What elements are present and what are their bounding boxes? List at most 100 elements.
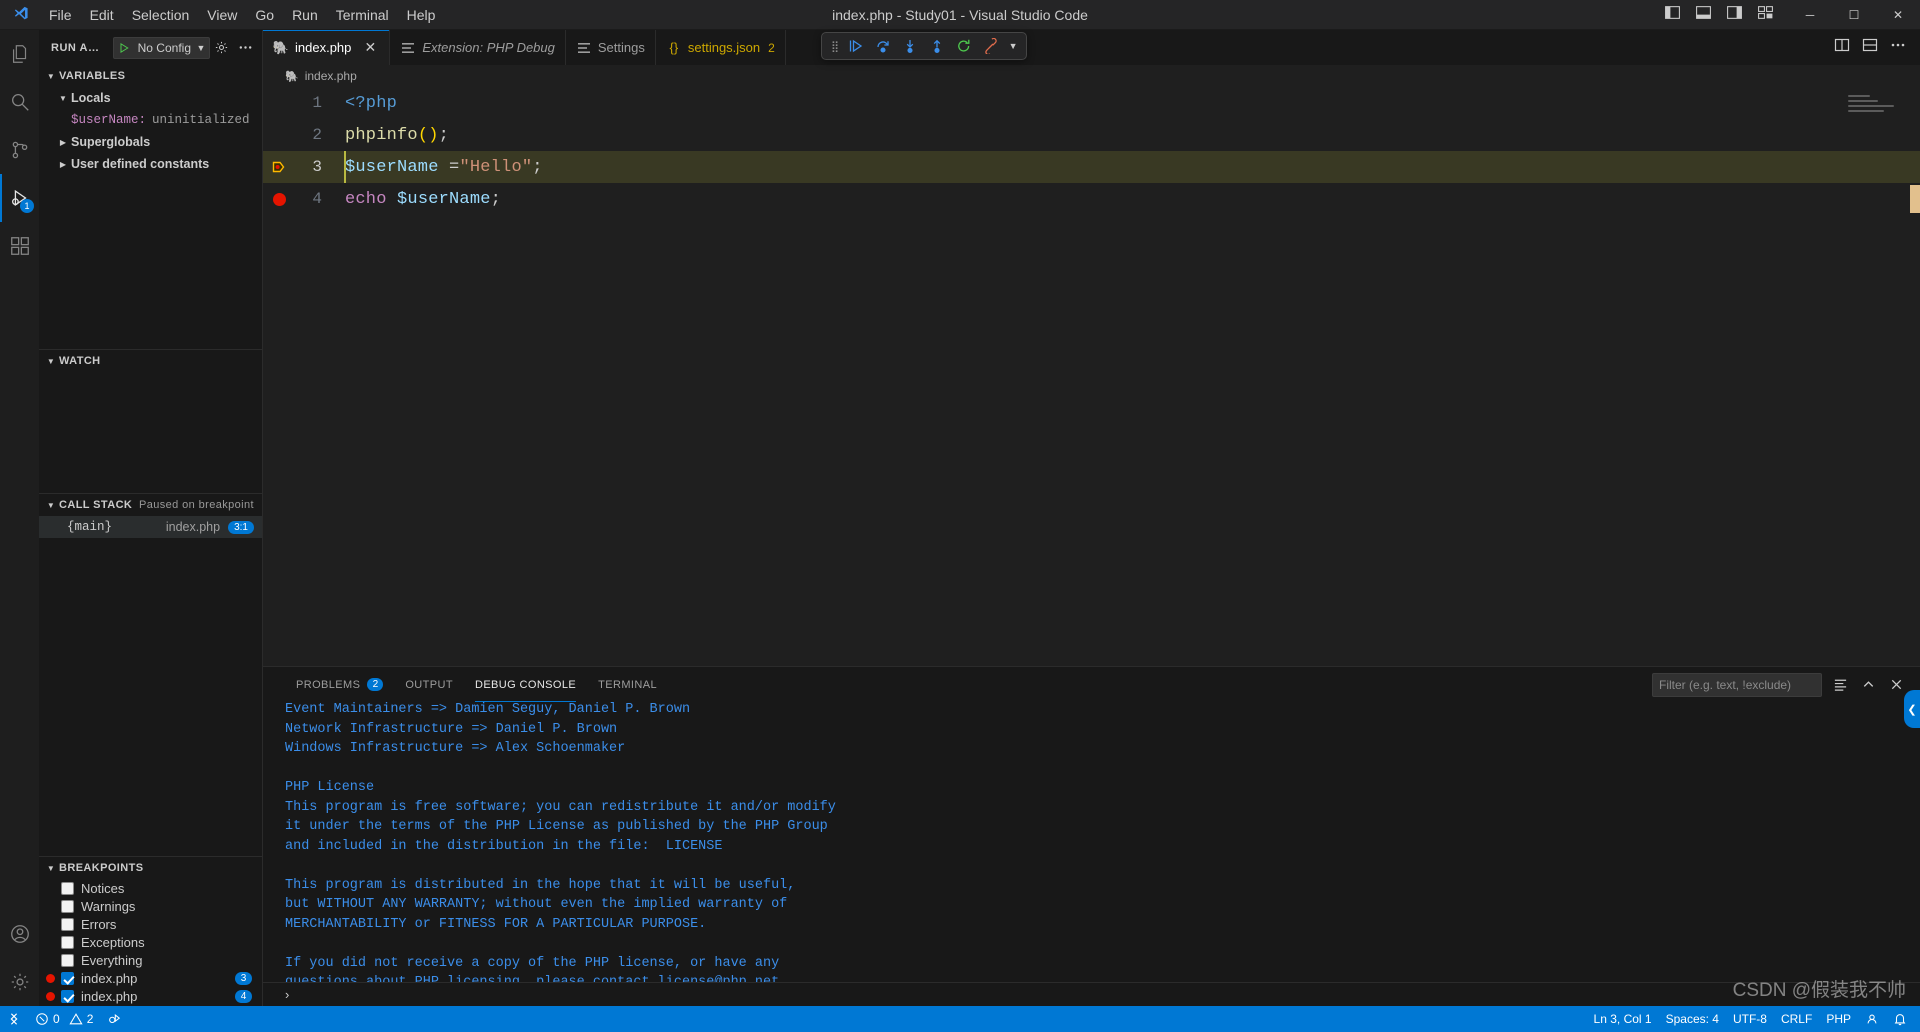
breakpoint-file-row[interactable]: index.php 3: [39, 969, 262, 987]
continue-icon[interactable]: [844, 35, 868, 57]
checkbox[interactable]: [61, 953, 74, 967]
debug-alt-icon[interactable]: [100, 1006, 128, 1032]
variables-header[interactable]: ▼ VARIABLES: [39, 65, 262, 87]
restart-icon[interactable]: [952, 35, 976, 57]
toggle-panel-icon[interactable]: [1695, 4, 1712, 26]
activity-run-and-debug[interactable]: 1: [0, 174, 39, 222]
menu-file[interactable]: File: [40, 4, 81, 26]
checkbox[interactable]: [61, 881, 74, 895]
disconnect-icon[interactable]: [979, 35, 1003, 57]
editor-eol[interactable]: CRLF: [1774, 1006, 1819, 1032]
customize-layout-icon[interactable]: [1757, 4, 1774, 26]
preview-icon: [400, 40, 416, 56]
checkbox[interactable]: [61, 917, 74, 931]
activity-accounts[interactable]: [0, 910, 39, 958]
activity-source-control[interactable]: [0, 126, 39, 174]
code-line-current[interactable]: 3 $userName ="Hello";: [263, 151, 1920, 183]
breakpoint-notices[interactable]: Notices: [39, 879, 262, 897]
editor-language[interactable]: PHP: [1819, 1006, 1858, 1032]
tab-index-php[interactable]: 🐘 index.php ✕: [263, 30, 391, 65]
menu-go[interactable]: Go: [246, 4, 283, 26]
launch-config-dropdown[interactable]: No Config ▼: [112, 36, 210, 59]
play-icon[interactable]: [114, 42, 134, 54]
step-out-icon[interactable]: [925, 35, 949, 57]
gear-icon[interactable]: [210, 37, 232, 59]
toggle-primary-sidebar-icon[interactable]: [1664, 4, 1681, 26]
menu-selection[interactable]: Selection: [123, 4, 199, 26]
activity-search[interactable]: [0, 78, 39, 126]
code-line[interactable]: 1 <?php: [263, 87, 1920, 119]
drag-handle-icon[interactable]: ⣿: [828, 40, 841, 53]
close-panel-icon[interactable]: [1886, 675, 1906, 695]
variables-scope-locals[interactable]: ▼ Locals: [39, 87, 262, 109]
callstack-header[interactable]: ▼ CALL STACK Paused on breakpoint: [39, 494, 262, 516]
notifications-icon[interactable]: [1886, 1006, 1914, 1032]
activity-explorer[interactable]: [0, 30, 39, 78]
minimize-button[interactable]: ─: [1788, 0, 1832, 30]
breadcrumb-label[interactable]: index.php: [305, 69, 357, 83]
activity-manage[interactable]: [0, 958, 39, 1006]
checkbox[interactable]: [61, 989, 74, 1003]
menu-edit[interactable]: Edit: [81, 4, 123, 26]
menu-view[interactable]: View: [198, 4, 246, 26]
editor-position[interactable]: Ln 3, Col 1: [1587, 1006, 1659, 1032]
debug-console-input[interactable]: ›: [263, 982, 1920, 1006]
activity-extensions[interactable]: [0, 222, 39, 270]
panel-tab-problems[interactable]: PROBLEMS 2: [285, 667, 394, 702]
callstack-frame[interactable]: {main} index.php 3:1: [39, 516, 262, 538]
breakpoint-dot-icon[interactable]: [263, 183, 295, 215]
more-actions-icon[interactable]: [1890, 37, 1906, 58]
watch-header[interactable]: ▼ WATCH: [39, 350, 262, 372]
code-line[interactable]: 4 echo $userName;: [263, 183, 1920, 215]
tab-settings[interactable]: Settings: [565, 30, 656, 65]
code-line[interactable]: 2 phpinfo();: [263, 119, 1920, 151]
step-over-icon[interactable]: [871, 35, 895, 57]
remote-window-icon[interactable]: [0, 1006, 28, 1032]
checkbox[interactable]: [61, 899, 74, 913]
variables-scope-user-constants[interactable]: ▶ User defined constants: [39, 153, 262, 175]
glyph-margin[interactable]: [263, 119, 295, 151]
maximize-button[interactable]: ☐: [1832, 0, 1876, 30]
split-editor-icon[interactable]: [1834, 37, 1850, 58]
close-button[interactable]: ✕: [1876, 0, 1920, 30]
checkbox[interactable]: [61, 971, 74, 985]
breakpoint-file-row[interactable]: index.php 4: [39, 987, 262, 1005]
editor-encoding[interactable]: UTF-8: [1726, 1006, 1774, 1032]
menu-run[interactable]: Run: [283, 4, 327, 26]
close-icon[interactable]: ✕: [361, 39, 379, 57]
token: =: [438, 157, 460, 177]
panel-tab-debug-console[interactable]: DEBUG CONSOLE: [464, 667, 587, 702]
breakpoint-warnings[interactable]: Warnings: [39, 897, 262, 915]
tab-extension-php-debug[interactable]: Extension: PHP Debug: [390, 30, 566, 65]
debug-stackframe-arrow-icon[interactable]: [263, 151, 295, 183]
toggle-secondary-sidebar-icon[interactable]: [1726, 4, 1743, 26]
ellipsis-icon[interactable]: [234, 37, 256, 59]
code-editor[interactable]: 1 <?php 2 phpinfo(); 3 $userName ="Hello…: [263, 87, 1920, 666]
console-filter-input[interactable]: [1652, 672, 1822, 697]
collapse-panel-icon[interactable]: [1858, 675, 1878, 695]
secondary-sidebar-toggle[interactable]: ❮: [1904, 690, 1920, 728]
chevron-down-icon[interactable]: ▼: [1006, 41, 1020, 51]
menu-terminal[interactable]: Terminal: [327, 4, 398, 26]
breakpoint-errors[interactable]: Errors: [39, 915, 262, 933]
panel-tab-output[interactable]: OUTPUT: [394, 667, 464, 702]
step-into-icon[interactable]: [898, 35, 922, 57]
glyph-margin[interactable]: [263, 87, 295, 119]
tab-settings-json[interactable]: {} settings.json 2: [655, 30, 786, 65]
variables-scope-superglobals[interactable]: ▶ Superglobals: [39, 131, 262, 153]
editor-indentation[interactable]: Spaces: 4: [1659, 1006, 1726, 1032]
breakpoint-everything[interactable]: Everything: [39, 951, 262, 969]
problems-status[interactable]: 0 2: [28, 1006, 100, 1032]
panel-tab-terminal[interactable]: TERMINAL: [587, 667, 668, 702]
feedback-icon[interactable]: [1858, 1006, 1886, 1032]
debug-console-output[interactable]: Event Maintainers => Damien Seguy, Danie…: [263, 702, 1920, 982]
debug-toolbar[interactable]: ⣿ ▼: [821, 32, 1028, 60]
breakpoint-exceptions[interactable]: Exceptions: [39, 933, 262, 951]
clear-console-icon[interactable]: [1830, 675, 1850, 695]
breakpoints-header[interactable]: ▼ BREAKPOINTS: [39, 857, 262, 879]
toggle-layout-icon[interactable]: [1862, 37, 1878, 58]
chevron-down-icon[interactable]: ▼: [193, 43, 209, 53]
menu-help[interactable]: Help: [398, 4, 445, 26]
checkbox[interactable]: [61, 935, 74, 949]
variable-row[interactable]: $userName: uninitialized: [39, 109, 262, 131]
